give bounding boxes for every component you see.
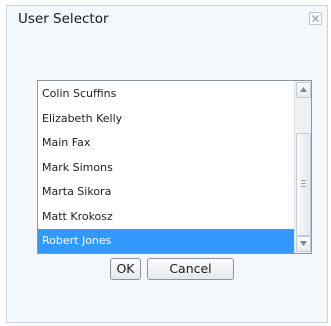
user-list-item-marta-sikora[interactable]: Marta Sikora <box>38 180 294 205</box>
dialog-titlebar[interactable]: User Selector <box>7 6 327 36</box>
user-list: Colin Scuffins Elizabeth Kelly Main Fax … <box>38 81 294 253</box>
dialog-body: Colin Scuffins Elizabeth Kelly Main Fax … <box>7 36 327 322</box>
user-list-item-matt-krokosz[interactable]: Matt Krokosz <box>38 205 294 230</box>
close-x-icon <box>312 15 319 22</box>
scroll-down-button[interactable] <box>296 236 311 252</box>
grip-icon <box>301 186 306 187</box>
user-list-item-mark-simons[interactable]: Mark Simons <box>38 156 294 181</box>
scroll-up-button[interactable] <box>296 82 311 98</box>
user-selector-dialog: User Selector Colin Scuffins Elizabeth K… <box>6 5 328 323</box>
ok-button[interactable]: OK <box>110 258 141 280</box>
scrollbar-thumb[interactable] <box>296 133 311 236</box>
user-list-item-colin-scuffins[interactable]: Colin Scuffins <box>38 82 294 107</box>
cancel-button[interactable]: Cancel <box>147 258 234 280</box>
user-list-item-robert-jones[interactable]: Robert Jones <box>38 229 294 253</box>
user-listbox[interactable]: Colin Scuffins Elizabeth Kelly Main Fax … <box>37 80 312 254</box>
user-list-item-main-fax[interactable]: Main Fax <box>38 131 294 156</box>
grip-icon <box>301 180 306 181</box>
vertical-scrollbar[interactable] <box>294 81 311 253</box>
grip-icon <box>301 183 306 184</box>
dialog-title: User Selector <box>18 11 109 27</box>
triangle-down-icon <box>300 241 307 246</box>
triangle-up-icon <box>300 87 307 92</box>
close-button[interactable] <box>309 12 322 25</box>
user-list-item-elizabeth-kelly[interactable]: Elizabeth Kelly <box>38 107 294 132</box>
